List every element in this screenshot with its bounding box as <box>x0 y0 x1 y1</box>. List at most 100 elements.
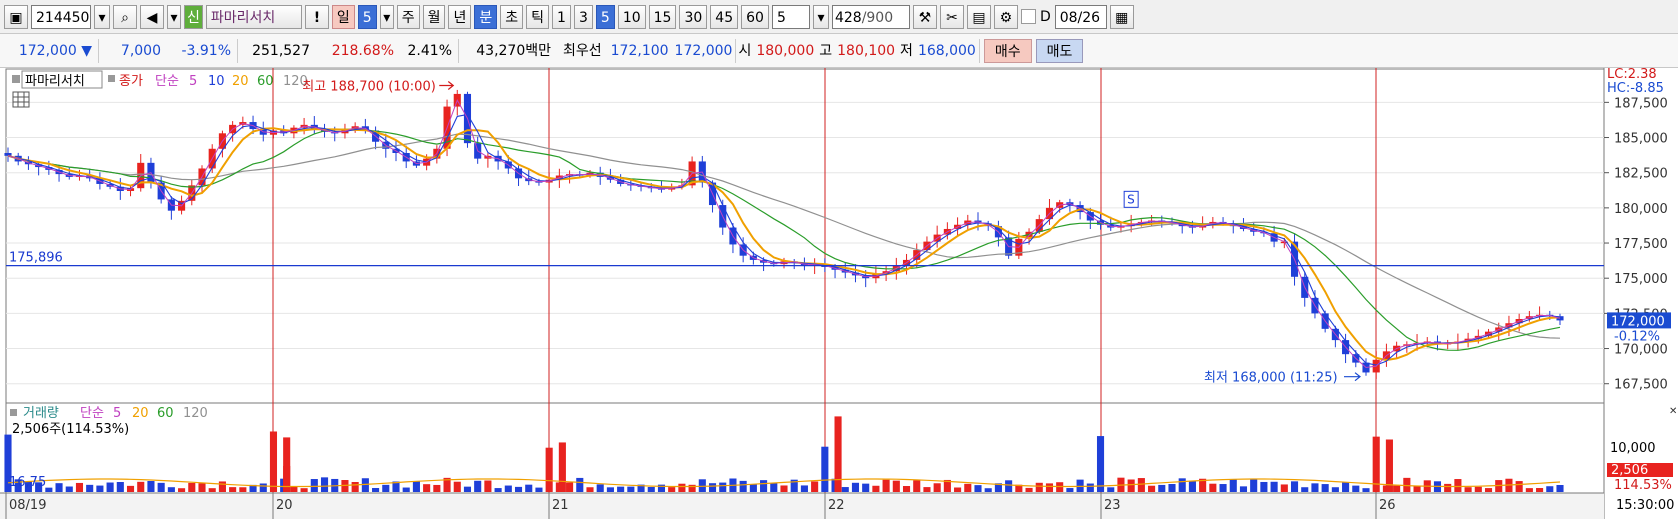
volume-bar <box>310 479 318 492</box>
volume-bar <box>290 486 298 492</box>
collapse-icon[interactable]: ✕ <box>1669 406 1677 417</box>
minute-45-button[interactable]: 45 <box>710 4 739 29</box>
sell-button[interactable]: 매도 <box>1035 38 1084 63</box>
volume-bar <box>1546 486 1554 492</box>
minute-3-button[interactable]: 3 <box>573 4 593 29</box>
calendar-icon[interactable]: ▦ <box>1109 4 1134 29</box>
gear-icon[interactable]: ⚙ <box>993 4 1018 29</box>
volume-current-tag-pct: 114.53% <box>1614 478 1672 493</box>
volume-bar <box>1005 480 1013 492</box>
search-icon[interactable]: ⌕ <box>113 4 137 29</box>
minute-30-button[interactable]: 30 <box>679 4 708 29</box>
volume-bar <box>1331 487 1339 492</box>
volume-bar <box>147 481 155 492</box>
stock-name-button[interactable]: 파마리서치 <box>205 4 302 29</box>
volume-bar <box>872 485 880 492</box>
period-second-button[interactable]: 초 <box>500 4 524 29</box>
volume-bar <box>300 488 308 492</box>
period-year-button[interactable]: 년 <box>448 4 472 29</box>
chevron-down-icon[interactable]: ▾ <box>167 4 181 29</box>
volume-bar <box>535 487 543 492</box>
volume-bar <box>1096 436 1105 492</box>
volume-bar <box>1321 484 1329 492</box>
lc-label: LC:2.38 <box>1607 68 1657 82</box>
volume-bar <box>1086 483 1094 492</box>
period-day-button[interactable]: 일 <box>331 4 355 29</box>
period-month-button[interactable]: 월 <box>422 4 446 29</box>
table-icon[interactable] <box>12 91 30 108</box>
volume-bar <box>1311 483 1319 492</box>
legend-volume-name: 거래량 <box>23 406 59 421</box>
minute-10-button[interactable]: 10 <box>617 4 646 29</box>
volume-bar <box>841 487 849 492</box>
chevron-down-icon[interactable]: ▾ <box>379 4 394 29</box>
window-menu-icon[interactable]: ▣ <box>4 4 28 29</box>
legend-vol-ma5: 5 <box>113 406 121 421</box>
minute-1-button[interactable]: 1 <box>552 4 571 29</box>
volume-bar <box>749 484 757 492</box>
volume-bar <box>126 485 135 492</box>
volume-bar <box>617 486 625 492</box>
stock-chart[interactable]: 167,500170,000172,500175,000177,500180,0… <box>0 68 1678 519</box>
volume-bar <box>433 484 441 492</box>
legend-ma5: 5 <box>189 74 197 89</box>
speaker-icon[interactable]: ◀ <box>140 4 164 29</box>
volume-bar <box>1301 487 1309 492</box>
volume-bar <box>372 488 380 492</box>
volume-bar <box>545 447 553 492</box>
period-tick-button[interactable]: 틱 <box>526 4 550 29</box>
volume-bar <box>913 480 921 492</box>
time-axis-label: 08/19 <box>9 498 46 513</box>
date-input[interactable]: 08/26 <box>1054 4 1107 29</box>
low-annotation: 최저 168,000 (11:25) <box>1204 371 1338 386</box>
minute-15-button[interactable]: 15 <box>648 4 677 29</box>
period-minute-button[interactable]: 분 <box>474 4 498 29</box>
volume-bar <box>514 486 523 492</box>
price-change-pct: -3.91% <box>167 38 238 63</box>
volume-bar <box>770 483 778 492</box>
volume-bar <box>412 481 420 492</box>
count-input[interactable]: 428/900 <box>831 4 910 29</box>
time-axis-label: 21 <box>552 498 569 513</box>
warning-button[interactable]: ! <box>304 4 329 29</box>
minute-5-button[interactable]: 5 <box>595 4 615 29</box>
volume-bar <box>1148 485 1156 492</box>
interval-input[interactable]: 5 <box>771 4 810 29</box>
volume-bar <box>55 483 63 492</box>
tools-icon[interactable]: ⚒ <box>912 4 937 29</box>
volume-bar <box>606 487 614 492</box>
chevron-down-icon[interactable]: ▾ <box>812 4 829 29</box>
volume-bar <box>1515 481 1523 492</box>
volume-bar <box>1025 487 1033 492</box>
volume-bar <box>1270 481 1278 492</box>
chevron-down-icon[interactable]: ▾ <box>94 4 110 29</box>
volume-bar <box>1168 484 1176 492</box>
volume-bar <box>862 483 870 492</box>
price-axis-label: 187,500 <box>1614 96 1668 111</box>
volume-bar <box>627 486 635 492</box>
volume-bar <box>1137 478 1145 492</box>
period-number-button[interactable]: 5 <box>357 4 377 29</box>
volume-bar <box>504 485 512 492</box>
volume-bar <box>974 485 982 492</box>
volume-bar <box>453 481 461 492</box>
save-icon[interactable]: ▤ <box>966 4 991 29</box>
volume-bar <box>259 483 267 492</box>
volume-left-value: 16,75 <box>9 475 46 490</box>
volume-bar <box>1536 488 1544 492</box>
high-label: 고 <box>819 42 833 59</box>
period-week-button[interactable]: 주 <box>396 4 420 29</box>
legend-ma-type: 단순 <box>155 74 179 89</box>
minute-60-button[interactable]: 60 <box>741 4 769 29</box>
volume-bar <box>1484 488 1493 492</box>
volume-bar <box>1066 488 1074 492</box>
date-checkbox[interactable] <box>1020 9 1036 24</box>
stock-code-input[interactable]: 214450 <box>31 4 91 29</box>
best-quote-label: 최우선 <box>563 42 602 59</box>
volume-bar <box>198 483 206 492</box>
volume-bar <box>1260 481 1268 492</box>
time-axis: 08/19 20 21 22 23 26 <box>0 492 1604 519</box>
high-price: 180,100 <box>837 42 896 59</box>
buy-button[interactable]: 매수 <box>983 38 1032 63</box>
crosshair-icon[interactable]: ✂ <box>939 4 964 29</box>
